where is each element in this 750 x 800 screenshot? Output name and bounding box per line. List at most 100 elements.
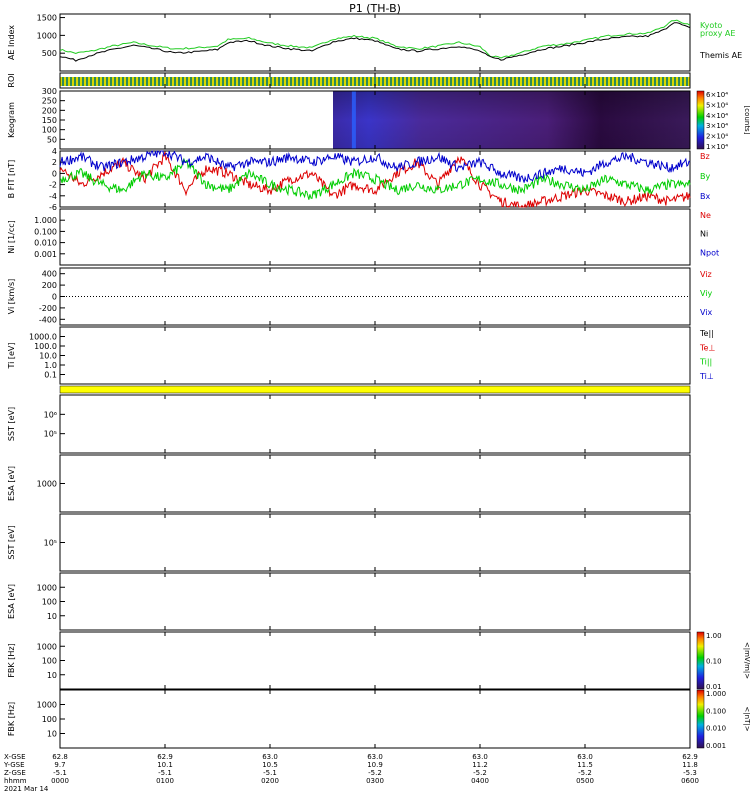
footer-row-label: Z-GSE — [4, 769, 26, 777]
y-tick-label: 10 — [47, 671, 57, 680]
y-axis-label: SST [eV] — [7, 407, 16, 441]
y-axis-label: FBK [Hz] — [7, 643, 16, 677]
y-axis-label: AE Index — [7, 25, 16, 60]
legend-bz: Bz — [700, 152, 710, 161]
legend-item: Ne — [700, 211, 711, 220]
y-tick-label: 1500 — [37, 14, 57, 23]
footer-zgse: -5.1 — [158, 769, 172, 777]
esa-mode-band — [59, 385, 691, 394]
panel-frame — [59, 394, 691, 454]
y-tick-label: 4 — [52, 147, 57, 156]
colorbar — [696, 689, 705, 749]
y-axis-label: Keogram — [7, 102, 16, 138]
y-tick-label: -2 — [49, 181, 57, 190]
footer-zgse: -5.1 — [263, 769, 277, 777]
y-tick-label: 100 — [42, 715, 57, 724]
footer-xgse: 63.0 — [577, 753, 593, 761]
legend-by: By — [700, 172, 710, 181]
y-tick-label: 1000 — [37, 642, 57, 651]
y-tick-label: 1.0 — [44, 361, 57, 370]
legend-kyoto-line2: proxy AE — [700, 29, 735, 38]
legends: Kyotoproxy AEThemis AEBzByBxNeNiNpotVizV… — [699, 21, 742, 381]
colorbar-tick: 0.10 — [706, 658, 722, 666]
footer-zgse: -5.3 — [683, 769, 697, 777]
y-axis-label: Vi [km/s] — [7, 279, 16, 315]
panel-frame — [59, 13, 691, 72]
panel-frame — [59, 454, 691, 513]
footer-xgse: 62.9 — [157, 753, 173, 761]
colorbar-tick: 2×10⁴ — [706, 133, 728, 141]
panel-frame — [59, 513, 691, 572]
y-tick-label: 0.010 — [34, 239, 57, 248]
legend-item: Ti⊥ — [699, 372, 714, 381]
y-tick-label: 250 — [42, 97, 57, 106]
footer-time: 0500 — [576, 777, 594, 785]
panel-esa_eflux: ESA [eV] 1000 — [7, 454, 691, 513]
y-axis-label: ESA [eV] — [7, 584, 16, 619]
panel-fbk_e: FBK [Hz] 1010010000.010.101.00<|mV/m|> — [7, 631, 750, 691]
y-tick-label: 300 — [42, 87, 57, 96]
panel-frame — [59, 572, 691, 631]
footer-ygse: 11.2 — [472, 761, 488, 769]
footer-ygse: 11.8 — [682, 761, 698, 769]
footer-row-label: Y-GSE — [3, 761, 25, 769]
y-tick-label: 100.0 — [34, 342, 57, 351]
y-tick-label: -6 — [49, 203, 57, 212]
panel-frame — [59, 208, 691, 266]
y-tick-label: 10⁵ — [44, 539, 57, 548]
colorbar-tick: 6×10⁴ — [706, 91, 728, 99]
colorbar-tick: 1×10⁴ — [706, 143, 728, 151]
keogram-shade — [333, 91, 690, 149]
footer-time: 0400 — [471, 777, 489, 785]
legend-themis: Themis AE — [699, 51, 742, 60]
y-axis-label: B FIT [nT] — [7, 160, 16, 199]
panel-ae: AE Index 500 1000 1500 — [7, 13, 691, 72]
y-tick-label: 1000 — [37, 701, 57, 710]
y-tick-label: 50 — [47, 135, 57, 144]
legend-item: Ni — [700, 230, 708, 239]
footer-xgse: 62.8 — [52, 753, 68, 761]
legend-item: Vix — [700, 308, 713, 317]
legend-item: Npot — [700, 248, 719, 257]
footer-zgse: -5.2 — [578, 769, 592, 777]
colorbar-tick: 1.000 — [706, 690, 726, 698]
colorbar-tick: 3×10⁴ — [706, 122, 728, 130]
legend-bx: Bx — [700, 192, 710, 201]
plot-title: P1 (TH-B) — [349, 2, 401, 15]
y-tick-label: 1000.0 — [29, 333, 57, 342]
footer-zgse: -5.2 — [473, 769, 487, 777]
footer-ygse: 11.5 — [577, 761, 593, 769]
panel-frame — [59, 689, 691, 749]
colorbar — [696, 90, 705, 150]
y-tick-label: 100 — [42, 598, 57, 607]
y-axis-label: Ti [eV] — [7, 342, 16, 369]
panels: AE Index 50010001500ROIKeogram50100150200… — [7, 13, 750, 750]
footer-xgse: 63.0 — [472, 753, 488, 761]
footer-ygse: 10.1 — [157, 761, 173, 769]
y-tick-label: 10⁶ — [44, 410, 57, 419]
panel-temperature: Ti [eV] 0.11.010.0100.01000.0 — [7, 326, 691, 385]
y-tick-label: 0.001 — [34, 250, 57, 259]
legend-item: Te⊥ — [699, 343, 715, 352]
panel-fbk_b: FBK [Hz] 10 100 1000 0.001 0.010 0.100 1.000 <|n… — [7, 689, 750, 750]
y-tick-label: 400 — [42, 270, 57, 279]
y-axis-label: ROI — [7, 73, 16, 87]
colorbar-tick: 0.100 — [706, 707, 726, 715]
y-tick-label: 0.1 — [44, 371, 57, 380]
footer-row-label: 2021 Mar 14 — [4, 785, 49, 793]
legend-item: Viy — [700, 289, 713, 298]
footer-row-label: X-GSE — [4, 753, 26, 761]
y-tick-label: 1000 — [37, 31, 57, 40]
colorbar-tick: 4×10⁴ — [706, 112, 728, 120]
footer-time: 0600 — [681, 777, 699, 785]
y-tick-label: -200 — [39, 304, 57, 313]
y-axis-label: FBK [Hz] — [7, 702, 16, 736]
legend-item: Ti|| — [699, 358, 712, 367]
footer-time: 0000 — [51, 777, 69, 785]
footer-time: 0200 — [261, 777, 279, 785]
panel-density: Ni [1/cc] 0.001 0.010 0.100 1.000 — [7, 208, 691, 266]
y-tick-label: 10 — [47, 612, 57, 621]
series-line-kyoto-proxy-ae — [59, 19, 691, 59]
y-tick-label: 500 — [42, 49, 57, 58]
y-tick-label: 1.000 — [34, 216, 57, 225]
